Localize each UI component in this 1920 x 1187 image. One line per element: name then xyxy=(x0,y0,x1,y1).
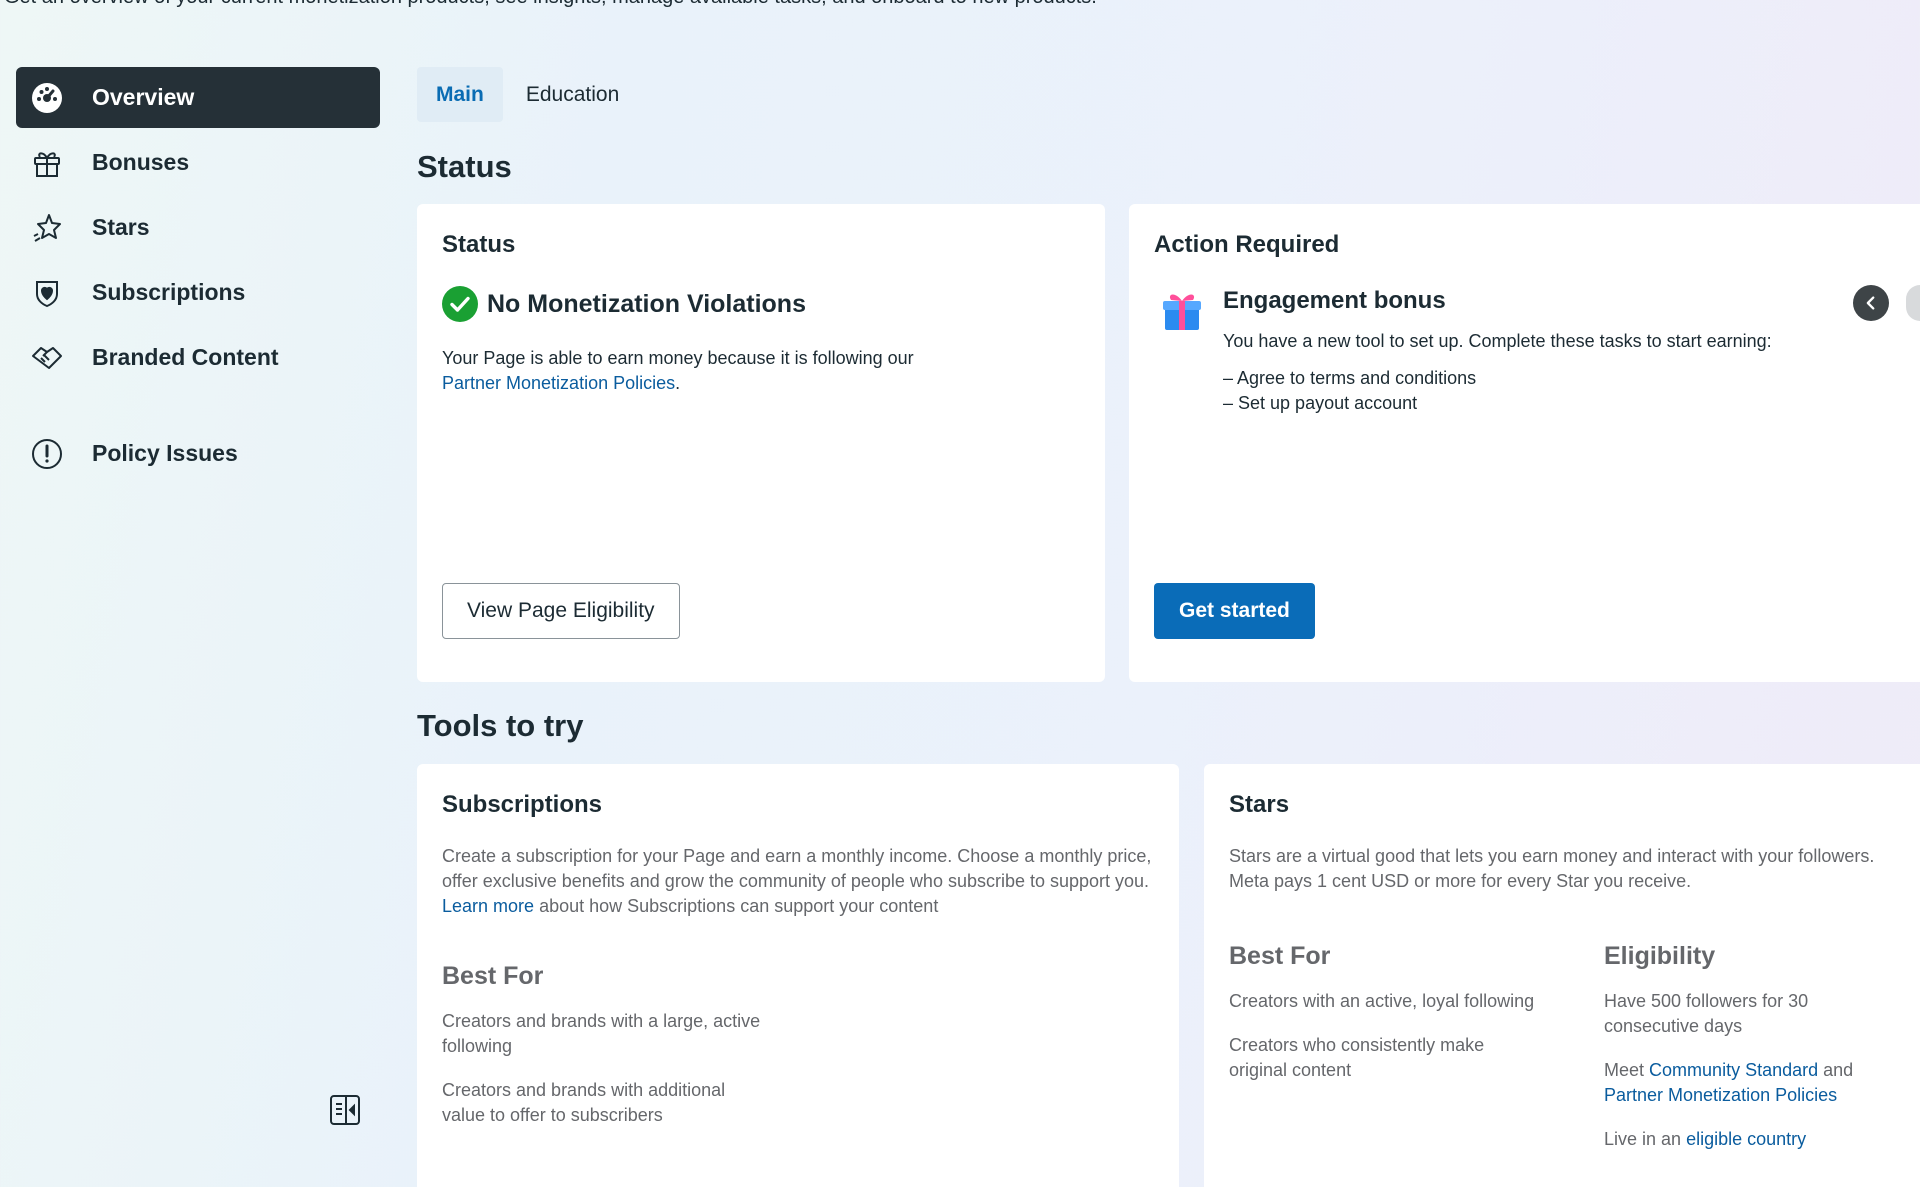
stars-best-for-heading: Best For xyxy=(1229,942,1331,970)
community-standard-link[interactable]: Community Standard xyxy=(1649,1060,1818,1080)
sidebar-collapse-icon[interactable] xyxy=(328,1093,362,1127)
tab-education[interactable]: Education xyxy=(507,67,638,122)
status-card: Status No Monetization Violations Your P… xyxy=(417,204,1105,682)
learn-more-link[interactable]: Learn more xyxy=(442,896,534,916)
sidebar-item-policy-issues[interactable]: Policy Issues xyxy=(16,423,380,484)
list-item: – Set up payout account xyxy=(1223,393,1418,413)
engagement-bonus-body: You have a new tool to set up. Complete … xyxy=(1223,331,1772,351)
get-started-button[interactable]: Get started xyxy=(1154,583,1315,639)
subscriptions-desc-text: Create a subscription for your Page and … xyxy=(442,846,1152,891)
star-icon xyxy=(30,211,64,245)
action-card-title: Action Required xyxy=(1154,231,1340,258)
sidebar: Overview Bonuses Stars Subscriptions Bra… xyxy=(16,67,380,488)
list-item: Creators and brands with a large, active… xyxy=(442,1011,761,1056)
eligibility-text: and xyxy=(1823,1060,1854,1080)
sidebar-item-label: Branded Content xyxy=(92,344,279,370)
sidebar-item-label: Policy Issues xyxy=(92,440,238,466)
gift-icon xyxy=(30,146,64,180)
eligibility-text: Meet xyxy=(1604,1060,1645,1080)
sidebar-item-stars[interactable]: Stars xyxy=(16,197,380,258)
tools-section-heading: Tools to try xyxy=(417,708,584,743)
heart-shield-icon xyxy=(30,276,64,310)
alert-circle-icon xyxy=(30,437,64,471)
list-item: Have 500 followers for 30 consecutive da… xyxy=(1604,991,1809,1036)
subscriptions-card-title: Subscriptions xyxy=(442,791,603,818)
tab-bar: Main Education xyxy=(417,67,642,122)
status-card-title: Status xyxy=(442,231,516,258)
sidebar-item-branded-content[interactable]: Branded Content xyxy=(16,327,380,388)
subscriptions-desc-text-after: about how Subscriptions can support your… xyxy=(539,896,939,916)
list-item: Live in an eligible country xyxy=(1604,1127,1914,1152)
stars-description: Stars are a virtual good that lets you e… xyxy=(1229,846,1875,891)
subscriptions-best-for-heading: Best For xyxy=(442,962,544,990)
subscriptions-description: Create a subscription for your Page and … xyxy=(442,844,1162,919)
stars-card-title: Stars xyxy=(1229,791,1290,818)
check-circle-icon xyxy=(442,286,478,322)
eligible-country-link[interactable]: eligible country xyxy=(1686,1129,1806,1149)
status-body-suffix: . xyxy=(675,373,681,393)
sidebar-item-label: Bonuses xyxy=(92,149,190,175)
carousel-next-icon[interactable] xyxy=(1906,285,1920,321)
engagement-bonus-title: Engagement bonus xyxy=(1223,287,1446,314)
action-required-card: Action Required Engagement bonus You hav… xyxy=(1129,204,1920,682)
status-body-text: Your Page is able to earn money because … xyxy=(442,348,914,368)
stars-eligibility-heading: Eligibility xyxy=(1604,942,1716,970)
handshake-icon xyxy=(30,341,64,375)
list-item: Meet Community Standard and Partner Mone… xyxy=(1604,1058,1914,1108)
subscriptions-tool-card: Subscriptions Create a subscription for … xyxy=(417,764,1179,1187)
view-page-eligibility-button[interactable]: View Page Eligibility xyxy=(442,583,680,639)
list-item: Creators who consistently make original … xyxy=(1229,1035,1485,1080)
eligibility-text: Live in an xyxy=(1604,1129,1682,1149)
partner-policies-link[interactable]: Partner Monetization Policies xyxy=(442,373,675,393)
tab-main[interactable]: Main xyxy=(417,67,503,122)
list-item: – Agree to terms and conditions xyxy=(1223,368,1477,388)
status-body: Your Page is able to earn money because … xyxy=(442,346,1002,396)
page-subtitle: Get an overview of your current monetiza… xyxy=(4,0,1097,9)
sidebar-item-label: Overview xyxy=(92,84,195,110)
list-item: Creators and brands with additional valu… xyxy=(442,1080,726,1125)
gift-box-icon xyxy=(1160,288,1204,332)
sidebar-item-subscriptions[interactable]: Subscriptions xyxy=(16,262,380,323)
status-section-heading: Status xyxy=(417,149,512,184)
sidebar-item-bonuses[interactable]: Bonuses xyxy=(16,132,380,193)
stars-tool-card: Stars Stars are a virtual good that lets… xyxy=(1204,764,1920,1187)
status-headline: No Monetization Violations xyxy=(487,289,806,318)
dashboard-icon xyxy=(30,81,64,115)
partner-monetization-policies-link[interactable]: Partner Monetization Policies xyxy=(1604,1085,1837,1105)
list-item: Creators with an active, loyal following xyxy=(1229,991,1535,1011)
task-list: – Agree to terms and conditions – Set up… xyxy=(1223,366,1476,416)
sidebar-item-overview[interactable]: Overview xyxy=(16,67,380,128)
status-headline-row: No Monetization Violations xyxy=(442,286,806,322)
sidebar-item-label: Subscriptions xyxy=(92,279,246,305)
sidebar-item-label: Stars xyxy=(92,214,150,240)
carousel-prev-icon[interactable] xyxy=(1853,285,1889,321)
